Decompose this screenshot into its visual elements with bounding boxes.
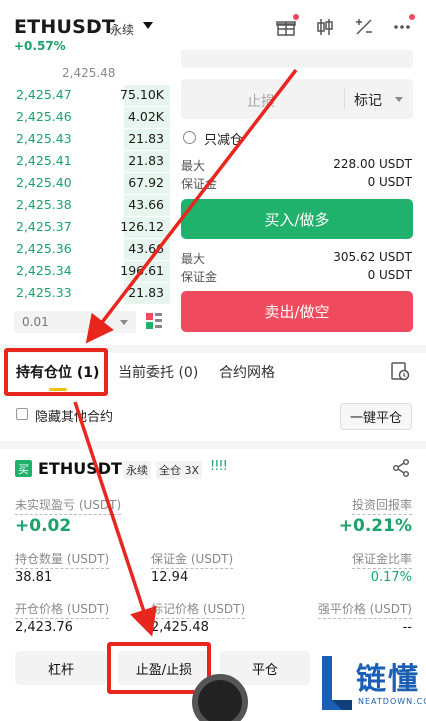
brand-logo-icon bbox=[322, 656, 352, 710]
brand-logo-domain: NEATDOWN.COM bbox=[358, 697, 426, 706]
brand-logo-text: 链懂 bbox=[356, 662, 420, 697]
annotation-arrows bbox=[73, 68, 298, 637]
overlay-circle bbox=[192, 674, 248, 721]
